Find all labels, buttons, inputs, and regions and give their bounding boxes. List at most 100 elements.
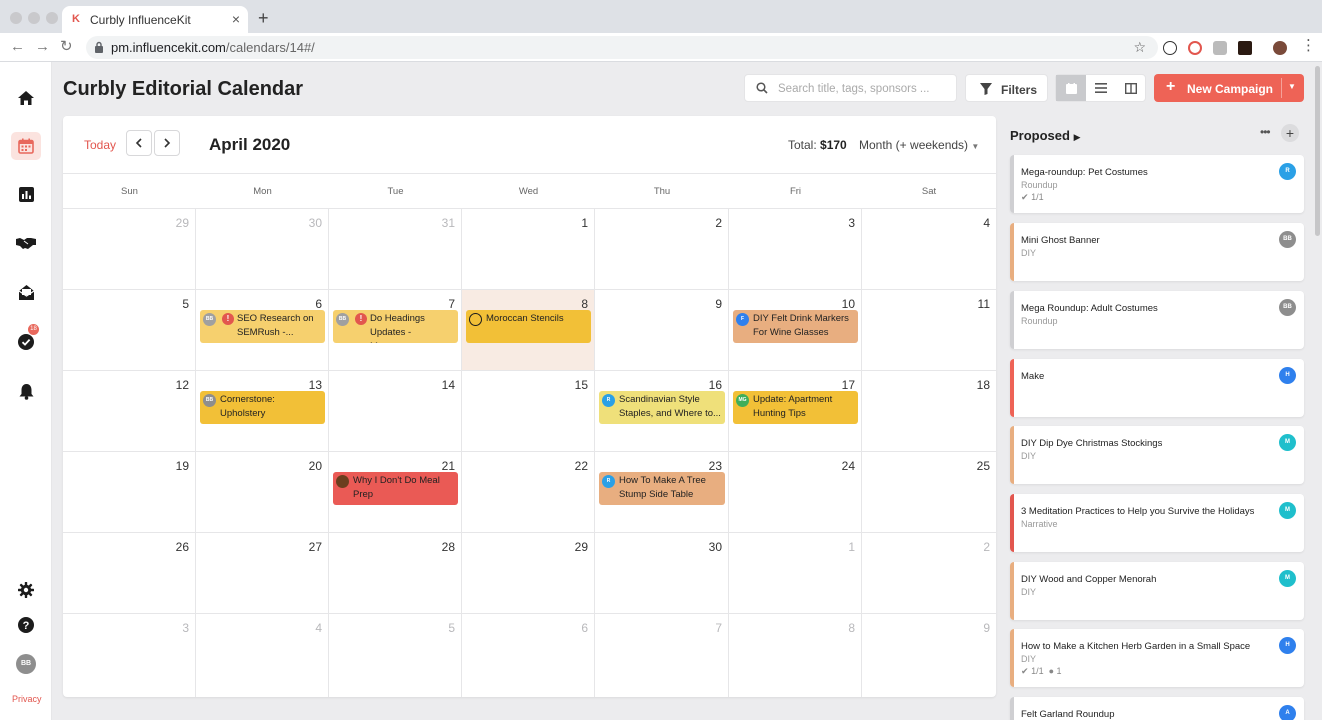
proposed-card[interactable]: How to Make a Kitchen Herb Garden in a S… <box>1010 629 1304 687</box>
proposed-title[interactable]: Proposed ▶ <box>1010 128 1081 143</box>
nav-tasks[interactable]: 18 <box>11 324 41 356</box>
day-cell[interactable]: 31 <box>329 209 462 290</box>
extension-profile-icon[interactable] <box>1273 41 1287 55</box>
calendar-view-button[interactable] <box>1056 75 1086 101</box>
proposed-card[interactable]: Mini Ghost Banner DIY BB <box>1010 223 1304 281</box>
day-cell[interactable]: 1 <box>462 209 595 290</box>
alert-icon: ! <box>355 313 367 325</box>
day-cell[interactable]: 20 <box>196 452 329 533</box>
scrollbar-thumb[interactable] <box>1315 66 1320 236</box>
assignee-avatar: R <box>1279 163 1296 180</box>
more-options-icon[interactable]: ••• <box>1260 125 1271 139</box>
calendar-event[interactable]: MG Update: Apartment Hunting Tips <box>733 391 858 424</box>
day-cell[interactable]: 30 <box>196 209 329 290</box>
day-cell[interactable]: 11 <box>862 290 996 371</box>
day-cell[interactable]: 5 <box>63 290 196 371</box>
day-cell[interactable]: 24 <box>729 452 862 533</box>
proposed-card[interactable]: Mega Roundup: Adult Costumes Roundup BB <box>1010 291 1304 349</box>
nav-inbox[interactable] <box>11 278 41 306</box>
day-cell[interactable]: 2 <box>595 209 729 290</box>
board-view-button[interactable] <box>1116 75 1146 101</box>
day-cell[interactable]: 2 <box>862 533 996 614</box>
day-cell[interactable]: 19 <box>63 452 196 533</box>
day-cell[interactable]: 7 <box>595 614 729 697</box>
day-cell[interactable]: 3 <box>729 209 862 290</box>
proposed-card[interactable]: Felt Garland Roundup A <box>1010 697 1304 720</box>
reload-icon[interactable]: ↻ <box>60 39 73 55</box>
day-cell[interactable]: 18 <box>862 371 996 452</box>
proposed-card[interactable]: Mega-roundup: Pet Costumes Roundup ✔ 1/1 R <box>1010 155 1304 213</box>
day-cell[interactable]: 12 <box>63 371 196 452</box>
tab-close-icon[interactable]: × <box>232 11 240 27</box>
day-cell[interactable]: 8 <box>729 614 862 697</box>
calendar-event[interactable]: Why I Don't Do Meal Prep <box>333 472 458 505</box>
nav-reports[interactable] <box>11 180 41 208</box>
calendar-event[interactable]: F DIY Felt Drink Markers For Wine Glasses <box>733 310 858 343</box>
day-cell[interactable]: 1 <box>729 533 862 614</box>
url-field[interactable]: pm.influencekit.com/calendars/14#/ ☆ <box>86 36 1158 59</box>
day-cell[interactable]: 14 <box>329 371 462 452</box>
nav-calendar[interactable] <box>11 132 41 160</box>
day-cell[interactable]: 29 <box>462 533 595 614</box>
previous-month-button[interactable] <box>126 130 152 156</box>
day-cell[interactable]: 4 <box>862 209 996 290</box>
nav-notifications[interactable] <box>11 377 41 405</box>
day-cell[interactable]: 26 <box>63 533 196 614</box>
new-campaign-button[interactable]: + New Campaign ▼ <box>1154 74 1304 102</box>
extension-cloud-icon[interactable] <box>1213 41 1227 55</box>
today-button[interactable]: Today <box>84 138 116 152</box>
caret-down-icon[interactable]: ▼ <box>1288 82 1296 91</box>
proposed-card[interactable]: DIY Dip Dye Christmas Stockings DIY M <box>1010 426 1304 484</box>
back-arrow-icon[interactable]: ← <box>10 39 25 55</box>
proposed-card[interactable]: 3 Meditation Practices to Help you Survi… <box>1010 494 1304 552</box>
user-avatar[interactable]: BB <box>16 654 36 674</box>
bookmark-star-icon[interactable]: ☆ <box>1133 39 1146 56</box>
browser-menu-icon[interactable]: ⋮ <box>1301 38 1316 54</box>
browser-tab[interactable]: K Curbly InfluenceKit × <box>62 6 248 33</box>
nav-home[interactable] <box>11 84 41 112</box>
day-cell[interactable]: 30 <box>595 533 729 614</box>
window-zoom-icon[interactable] <box>46 12 58 24</box>
day-cell[interactable]: 15 <box>462 371 595 452</box>
day-cell[interactable]: 5 <box>329 614 462 697</box>
category-stripe <box>1010 494 1014 552</box>
new-tab-plus-icon[interactable]: + <box>258 9 269 27</box>
calendar-event[interactable]: R How To Make A Tree Stump Side Table <box>599 472 725 505</box>
calendar-event[interactable]: BB Cornerstone: Upholstery <box>200 391 325 424</box>
calendar-event[interactable]: BB!Do Headings Updates - Morocca... <box>333 310 458 343</box>
day-cell[interactable]: 4 <box>196 614 329 697</box>
add-proposed-button[interactable]: + <box>1281 124 1299 142</box>
filters-button[interactable]: Filters <box>965 74 1048 102</box>
day-cell[interactable]: 22 <box>462 452 595 533</box>
extension-info-icon[interactable] <box>1163 41 1177 55</box>
window-close-icon[interactable] <box>10 12 22 24</box>
list-view-button[interactable] <box>1086 75 1116 101</box>
calendar-event[interactable]: Moroccan Stencils <box>466 310 591 343</box>
nav-partners[interactable] <box>11 229 41 257</box>
day-cell[interactable]: 6 <box>462 614 595 697</box>
day-cell[interactable]: 25 <box>862 452 996 533</box>
extension-k-icon[interactable] <box>1238 41 1252 55</box>
day-cell[interactable]: 3 <box>63 614 196 697</box>
search-input[interactable]: Search title, tags, sponsors ... <box>744 74 957 102</box>
day-cell[interactable]: 28 <box>329 533 462 614</box>
nav-help[interactable]: ? <box>11 611 41 639</box>
nav-settings[interactable] <box>11 576 41 604</box>
calendar-event[interactable]: BB! SEO Research on SEMRush -... <box>200 310 325 343</box>
weekday-label: Sat <box>921 186 937 197</box>
day-cell[interactable]: 29 <box>63 209 196 290</box>
day-cell[interactable]: 9 <box>862 614 996 697</box>
page-scrollbar[interactable] <box>1313 62 1322 720</box>
day-cell[interactable]: 9 <box>595 290 729 371</box>
day-cell[interactable]: 27 <box>196 533 329 614</box>
proposed-card[interactable]: DIY Wood and Copper Menorah DIY M <box>1010 562 1304 620</box>
privacy-link[interactable]: Privacy <box>12 694 42 704</box>
extension-target-icon[interactable] <box>1188 41 1202 55</box>
proposed-card[interactable]: Make H <box>1010 359 1304 417</box>
forward-arrow-icon[interactable]: → <box>35 39 50 55</box>
view-mode-select[interactable]: Month (+ weekends) ▼ <box>859 138 979 152</box>
weekday-header: Sun Mon Tue Wed Thu Fri Sat <box>63 173 996 209</box>
next-month-button[interactable] <box>154 130 180 156</box>
window-minimize-icon[interactable] <box>28 12 40 24</box>
calendar-event[interactable]: R Scandinavian Style Staples, and Where t… <box>599 391 725 424</box>
